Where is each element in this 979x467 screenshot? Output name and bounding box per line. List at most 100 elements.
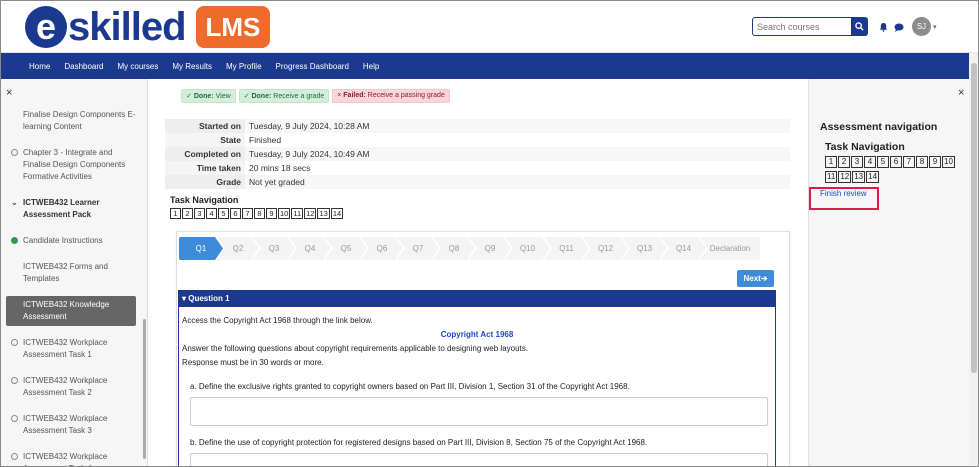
task-nav-button[interactable]: 12 (838, 171, 852, 183)
task-nav-button[interactable]: 13 (852, 171, 866, 183)
task-nav-button[interactable]: 3 (194, 208, 205, 219)
task-nav-button[interactable]: 2 (838, 156, 850, 168)
question-header[interactable]: ▾ Question 1 (178, 290, 776, 307)
course-index-item[interactable]: Chapter 3 - Integrate and Finalise Desig… (0, 144, 146, 186)
course-index-item[interactable]: ICTWEB432 Workplace Assessment Task 4 (0, 448, 146, 467)
course-index-item[interactable]: ICTWEB432 Workplace Assessment Task 2 (0, 372, 146, 402)
question-instruction: Answer the following questions about cop… (182, 344, 528, 353)
task-nav-button[interactable]: 14 (330, 208, 344, 219)
task-nav-button[interactable]: 10 (278, 208, 291, 219)
step-q3[interactable]: Q3 (253, 237, 295, 260)
logo-wordmark: skilled (68, 5, 187, 49)
nav-dashboard[interactable]: Dashboard (64, 62, 103, 71)
course-index-item[interactable]: Finalise Design Components E-learning Co… (0, 106, 146, 136)
summary-key: Time taken (165, 161, 245, 175)
task-nav-button[interactable]: 1 (825, 156, 837, 168)
scrollbar-thumb[interactable] (971, 63, 977, 373)
course-section-header[interactable]: ⌄ ICTWEB432 Learner Assessment Pack (0, 194, 146, 224)
nav-home[interactable]: Home (29, 62, 50, 71)
task-nav-button[interactable]: 8 (254, 208, 265, 219)
next-button[interactable]: Next➔ (737, 270, 774, 287)
step-q11[interactable]: Q11 (544, 237, 589, 260)
search-input[interactable] (752, 17, 851, 36)
task-nav-button[interactable]: 7 (242, 208, 253, 219)
chevron-down-icon[interactable]: ⌄ (11, 197, 18, 209)
search-button[interactable] (851, 17, 868, 36)
answer-field-a[interactable] (190, 397, 768, 426)
course-index-item[interactable]: ICTWEB432 Workplace Assessment Task 3 (0, 410, 146, 440)
task-nav-button[interactable]: 9 (929, 156, 941, 168)
step-declaration[interactable]: Declaration (700, 237, 760, 260)
summary-value: 20 mins 18 secs (245, 161, 790, 175)
user-avatar[interactable]: SJ (912, 17, 931, 36)
task-nav-button[interactable]: 12 (304, 208, 317, 219)
close-icon[interactable]: × (6, 87, 12, 99)
nav-my-results[interactable]: My Results (172, 62, 212, 71)
drawer-scrollbar[interactable] (143, 319, 146, 459)
badge-text: Receive a grade (271, 93, 325, 100)
answer-field-b[interactable] (190, 453, 768, 467)
incomplete-circle-icon (11, 377, 18, 384)
task-nav-button[interactable]: 8 (916, 156, 928, 168)
task-nav-button[interactable]: 6 (230, 208, 241, 219)
task-nav-button[interactable]: 13 (317, 208, 330, 219)
step-q5[interactable]: Q5 (325, 237, 367, 260)
task-nav-button[interactable]: 10 (942, 156, 955, 168)
step-q4[interactable]: Q4 (289, 237, 331, 260)
nav-progress-dashboard[interactable]: Progress Dashboard (276, 62, 349, 71)
question-intro: Access the Copyright Act 1968 through th… (182, 316, 373, 325)
step-q6[interactable]: Q6 (361, 237, 403, 260)
course-index-item-active[interactable]: ICTWEB432 Knowledge Assessment (6, 296, 136, 326)
step-q10[interactable]: Q10 (505, 237, 550, 260)
nav-help[interactable]: Help (363, 62, 379, 71)
step-q14[interactable]: Q14 (661, 237, 706, 260)
copyright-act-link[interactable]: Copyright Act 1968 (182, 328, 772, 342)
step-q8[interactable]: Q8 (433, 237, 475, 260)
task-nav-button[interactable]: 7 (903, 156, 915, 168)
subquestion-a: a. Define the exclusive rights granted t… (190, 382, 630, 391)
summary-value: Tuesday, 9 July 2024, 10:49 AM (245, 147, 790, 161)
eskilled-logo[interactable]: e skilled LMS (25, 5, 271, 49)
question-title: Question 1 (188, 294, 230, 303)
task-nav-button[interactable]: 4 (206, 208, 217, 219)
summary-key: State (165, 133, 245, 147)
messages-icon[interactable] (893, 21, 905, 33)
page-scrollbar[interactable] (969, 53, 979, 467)
step-q12[interactable]: Q12 (583, 237, 628, 260)
task-nav-button[interactable]: 1 (170, 208, 181, 219)
step-q9[interactable]: Q9 (469, 237, 511, 260)
task-nav-button[interactable]: 5 (218, 208, 229, 219)
step-q13[interactable]: Q13 (622, 237, 667, 260)
task-nav-button[interactable]: 4 (864, 156, 876, 168)
task-nav-button[interactable]: 11 (291, 208, 304, 219)
course-index-item[interactable]: ICTWEB432 Forms and Templates (0, 258, 146, 288)
item-label: ICTWEB432 Workplace Assessment Task 1 (23, 338, 108, 359)
chevron-down-icon[interactable]: ▾ (933, 23, 937, 31)
item-label: Candidate Instructions (23, 236, 103, 245)
step-q7[interactable]: Q7 (397, 237, 439, 260)
item-label: ICTWEB432 Workplace Assessment Task 4 (23, 452, 108, 467)
nav-my-courses[interactable]: My courses (117, 62, 158, 71)
step-q2[interactable]: Q2 (217, 237, 259, 260)
task-nav-button[interactable]: 6 (890, 156, 902, 168)
completion-badges: ✓ Done: View ✓ Done: Receive a grade × F… (181, 89, 450, 103)
nav-my-profile[interactable]: My Profile (226, 62, 262, 71)
task-navigation-title: Task Navigation (825, 141, 905, 153)
course-index-item[interactable]: ICTWEB432 Workplace Assessment Task 1 (0, 334, 146, 364)
notification-bell-icon[interactable] (877, 21, 889, 33)
task-nav-button[interactable]: 3 (851, 156, 863, 168)
task-nav-button[interactable]: 5 (877, 156, 889, 168)
task-nav-button[interactable]: 11 (825, 171, 838, 183)
finish-review-link[interactable]: Finish review (820, 189, 867, 198)
next-label: Next (743, 274, 761, 283)
item-label: ICTWEB432 Knowledge Assessment (23, 300, 110, 321)
step-q1[interactable]: Q1 (179, 237, 223, 260)
right-task-navigation: 1 2 3 4 5 6 7 8 9 10 11 12 13 14 (825, 156, 961, 183)
task-nav-button[interactable]: 14 (866, 171, 880, 183)
course-index-item[interactable]: Candidate Instructions (0, 232, 146, 250)
table-row: Time taken 20 mins 18 secs (165, 161, 790, 175)
task-nav-button[interactable]: 9 (266, 208, 277, 219)
course-index-list: Finalise Design Components E-learning Co… (0, 106, 146, 467)
close-icon[interactable]: × (958, 87, 964, 99)
task-nav-button[interactable]: 2 (182, 208, 193, 219)
